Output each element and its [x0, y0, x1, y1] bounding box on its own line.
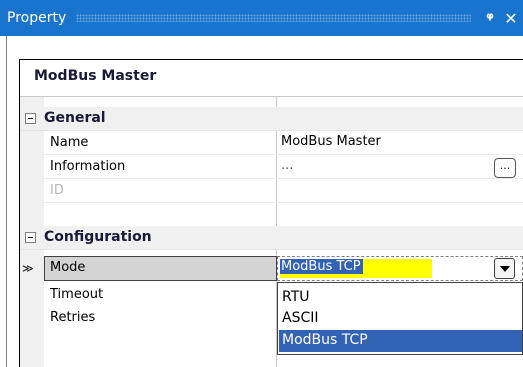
property-label: Timeout	[50, 287, 104, 302]
window-left-border	[6, 36, 7, 367]
mode-selected-text[interactable]: ModBus TCP	[280, 259, 363, 274]
ellipsis-button[interactable]: ...	[494, 158, 516, 178]
property-row-information[interactable]: Information ... ...	[44, 155, 523, 179]
property-window-titlebar[interactable]: Property ᵠ ✕	[0, 0, 523, 36]
window-title: Property	[7, 10, 67, 26]
mode-value-editor[interactable]: ModBus TCP	[277, 256, 523, 281]
dropdown-option-rtu[interactable]: RTU	[279, 287, 522, 309]
category-configuration[interactable]: Configuration	[20, 226, 523, 250]
pin-icon[interactable]: ᵠ	[481, 9, 499, 28]
property-label: Information	[50, 159, 126, 174]
category-label: Configuration	[44, 229, 152, 245]
property-row-name[interactable]: Name ModBus Master	[44, 131, 523, 155]
dropdown-arrow-icon[interactable]	[494, 258, 515, 279]
property-value[interactable]: ModBus Master	[281, 134, 381, 149]
mode-dropdown-list[interactable]: RTU ASCII ModBus TCP	[277, 282, 523, 355]
close-icon[interactable]: ✕	[502, 9, 520, 28]
property-label: Name	[50, 135, 89, 150]
property-row-id[interactable]: ID	[44, 179, 523, 203]
property-label: ID	[50, 183, 64, 198]
property-label: Mode	[50, 260, 86, 275]
dropdown-option-modbus-tcp[interactable]: ModBus TCP	[279, 330, 522, 352]
selected-object-name: ModBus Master	[20, 60, 523, 97]
property-label: Retries	[50, 310, 96, 325]
property-value[interactable]: ...	[281, 158, 293, 173]
category-general[interactable]: General	[20, 107, 523, 131]
mode-combo-input[interactable]: ModBus TCP	[280, 259, 432, 278]
titlebar-grip	[76, 14, 471, 22]
selected-row-indicator-icon: ≫	[22, 262, 33, 275]
collapse-icon[interactable]	[25, 113, 36, 124]
collapse-icon[interactable]	[25, 232, 36, 243]
dropdown-option-ascii[interactable]: ASCII	[279, 308, 522, 330]
category-label: General	[44, 110, 106, 126]
property-row-mode[interactable]: Mode	[44, 256, 277, 281]
